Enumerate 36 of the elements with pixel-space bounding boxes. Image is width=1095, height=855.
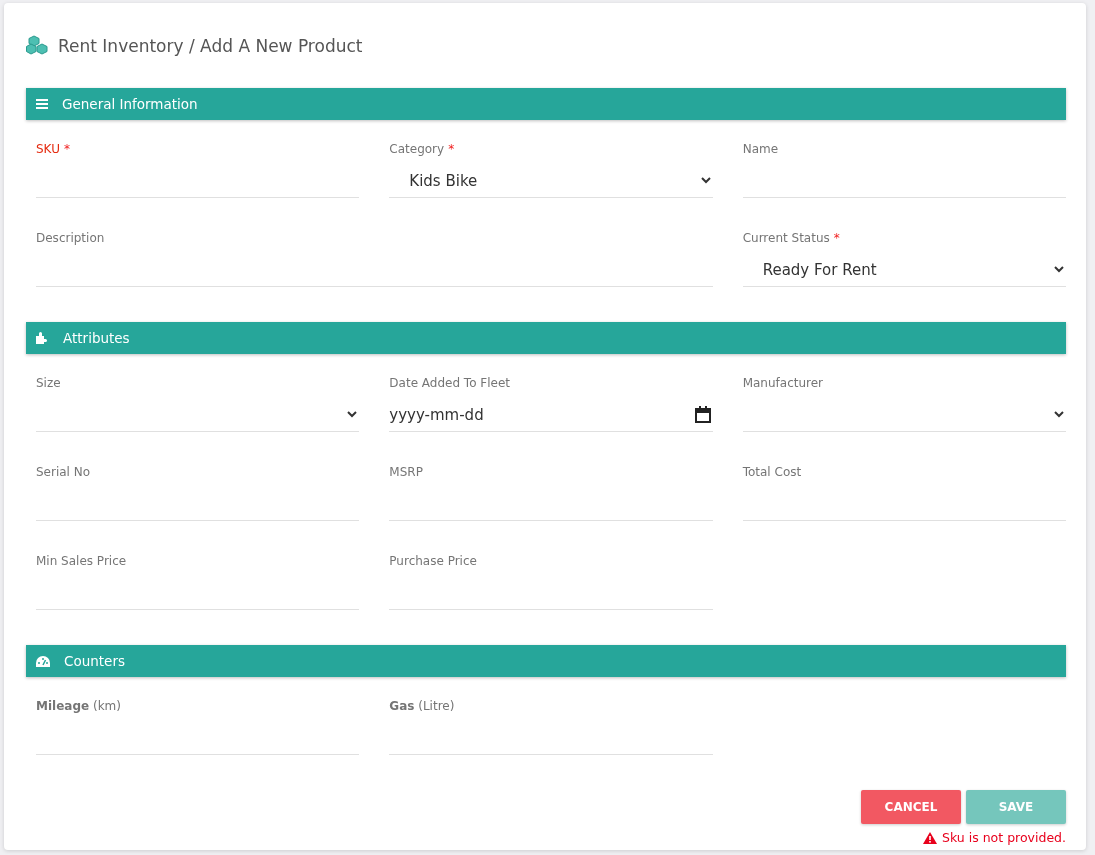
error-message: Sku is not provided. [942,830,1066,845]
field-label: Mileage (km) [36,699,121,715]
cubes-icon [26,35,51,56]
chevron-down-icon [347,411,358,418]
field-label: SKU [36,142,60,158]
field-label: Name [742,142,779,158]
field-label: MSRP [389,465,423,481]
field-label: Gas (Litre) [389,699,455,715]
chevron-down-icon [1054,411,1064,418]
field-label: Size [36,376,61,392]
field-label: Purchase Price [389,554,477,570]
menu-icon [36,99,48,109]
section-title: General Information [62,96,198,112]
puzzle-piece-icon [36,332,49,344]
required-mark: * [448,142,455,158]
date-field[interactable]: yyyy-mm-dd [389,398,713,432]
select-field[interactable]: Ready For Rent [742,253,1066,287]
field-label: Date Added To Fleet [389,376,511,392]
select-field[interactable]: Kids Bike [389,164,713,198]
chevron-down-icon [1054,266,1064,273]
field-label: Description [36,231,105,247]
gauge-icon [36,655,50,667]
calendar-icon [694,406,711,423]
field-label: Category [389,142,445,158]
field-label: Min Sales Price [36,554,127,570]
chevron-down-icon [700,177,711,184]
section-title: Attributes [63,330,130,346]
field-label: Manufacturer [742,376,824,392]
field-label: Serial No [36,465,91,481]
warning-icon [923,831,938,844]
required-mark: * [63,142,70,158]
field-label: Total Cost [742,465,802,481]
page-title: Rent Inventory / Add A New Product [58,35,363,56]
field-label: Current Status [742,231,830,247]
required-mark: * [833,231,840,247]
section-title: Counters [64,653,125,669]
